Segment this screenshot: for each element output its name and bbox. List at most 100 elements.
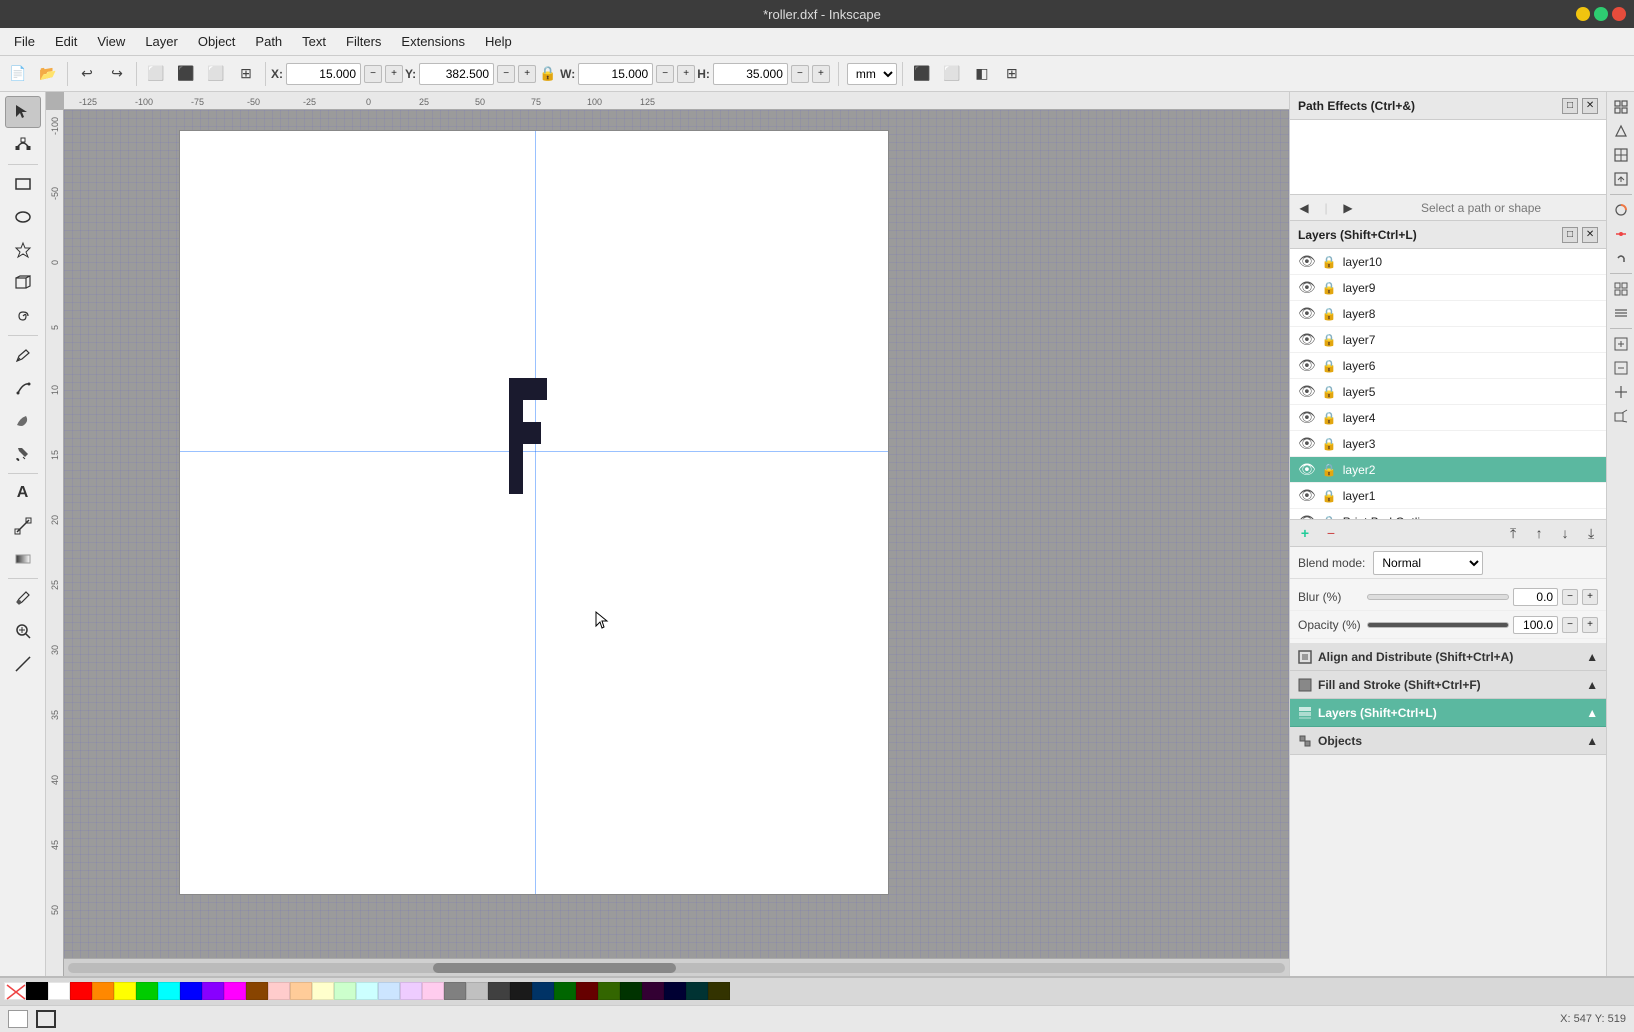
menu-file[interactable]: File [4, 30, 45, 53]
export-icon-btn[interactable] [1610, 168, 1632, 190]
maximize-button[interactable] [1594, 7, 1608, 21]
layer-item-layer3[interactable]: 👁 🔒 layer3 [1290, 431, 1606, 457]
menu-text[interactable]: Text [292, 30, 336, 53]
layer-move-up-btn[interactable]: ↑ [1528, 522, 1550, 544]
transform-icon-btn[interactable] [1610, 120, 1632, 142]
undo-button[interactable]: ↩ [73, 60, 101, 88]
canvas-area[interactable]: -125 -100 -75 -50 -25 0 25 50 75 100 125… [46, 92, 1289, 976]
gradient-tool-btn[interactable] [5, 543, 41, 575]
menu-layer[interactable]: Layer [135, 30, 188, 53]
align-section-header[interactable]: Align and Distribute (Shift+Ctrl+A) ▲ [1290, 643, 1606, 671]
h-plus-btn[interactable]: + [812, 65, 830, 83]
dark-olive-swatch[interactable] [708, 982, 730, 1000]
pink-swatch[interactable] [422, 982, 444, 1000]
remove-layer-btn[interactable]: − [1320, 522, 1342, 544]
y-minus-btn[interactable]: − [497, 65, 515, 83]
near-black-swatch[interactable] [510, 982, 532, 1000]
zoom-tool-btn[interactable] [5, 615, 41, 647]
w-minus-btn[interactable]: − [656, 65, 674, 83]
scrollbar-track[interactable] [68, 963, 1285, 973]
h-input[interactable] [713, 63, 788, 85]
minimize-button[interactable] [1576, 7, 1590, 21]
spiral-tool-btn[interactable] [5, 300, 41, 332]
text-tool-btn[interactable]: A [5, 477, 41, 509]
blur-plus-btn[interactable]: + [1582, 589, 1598, 605]
pen-tool-btn[interactable] [5, 372, 41, 404]
forest-green-swatch[interactable] [554, 982, 576, 1000]
no-fill-swatch[interactable] [4, 982, 26, 1000]
fill-section-header[interactable]: Fill and Stroke (Shift+Ctrl+F) ▲ [1290, 671, 1606, 699]
measure-tool-btn[interactable] [5, 648, 41, 680]
connector-tool-btn[interactable] [5, 510, 41, 542]
lines-icon-btn[interactable] [1610, 302, 1632, 324]
yellow-swatch[interactable] [114, 982, 136, 1000]
x-plus-btn[interactable]: + [385, 65, 403, 83]
light-cyan-swatch[interactable] [356, 982, 378, 1000]
blur-minus-btn[interactable]: − [1562, 589, 1578, 605]
pencil-tool-btn[interactable] [5, 339, 41, 371]
layer-move-bottom-btn[interactable]: ⤓ [1580, 522, 1602, 544]
open-button[interactable]: 📂 [34, 60, 62, 88]
layer-item-layer7[interactable]: 👁 🔒 layer7 [1290, 327, 1606, 353]
menu-extensions[interactable]: Extensions [391, 30, 475, 53]
align-right-button[interactable]: ⬜ [202, 60, 230, 88]
menu-edit[interactable]: Edit [45, 30, 87, 53]
light-blue-swatch[interactable] [378, 982, 400, 1000]
layer-item-layer4[interactable]: 👁 🔒 layer4 [1290, 405, 1606, 431]
arrow-icon-btn[interactable] [1610, 247, 1632, 269]
canvas-content[interactable] [64, 110, 1289, 958]
light-green-swatch[interactable] [334, 982, 356, 1000]
orange-swatch[interactable] [92, 982, 114, 1000]
menu-view[interactable]: View [87, 30, 135, 53]
selection-zoom-btn[interactable] [1610, 405, 1632, 427]
menu-filters[interactable]: Filters [336, 30, 391, 53]
close-button[interactable] [1612, 7, 1626, 21]
gray-swatch[interactable] [444, 982, 466, 1000]
layer-item-layer6[interactable]: 👁 🔒 layer6 [1290, 353, 1606, 379]
x-minus-btn[interactable]: − [364, 65, 382, 83]
peach-swatch[interactable] [290, 982, 312, 1000]
pe-nav-prev[interactable]: ◀ [1294, 198, 1314, 218]
path-effects-close-btn[interactable]: ✕ [1582, 98, 1598, 114]
zoom-fit-btn[interactable] [1610, 333, 1632, 355]
blend-mode-select[interactable]: Normal Multiply Screen Overlay Darken Li… [1373, 551, 1483, 575]
teal-dark-swatch[interactable] [686, 982, 708, 1000]
path-effects-restore-btn[interactable]: □ [1562, 98, 1578, 114]
color-icon-btn[interactable] [1610, 199, 1632, 221]
layer-move-top-btn[interactable]: ⤒ [1502, 522, 1524, 544]
cyan-swatch[interactable] [158, 982, 180, 1000]
blur-slider[interactable] [1367, 594, 1509, 600]
zoom-out-btn[interactable] [1610, 357, 1632, 379]
align-center-button[interactable]: ⬛ [172, 60, 200, 88]
w-input[interactable] [578, 63, 653, 85]
green-swatch[interactable] [136, 982, 158, 1000]
brown-swatch[interactable] [246, 982, 268, 1000]
blue-swatch[interactable] [180, 982, 202, 1000]
zoom-plus-btn[interactable] [1610, 381, 1632, 403]
menu-path[interactable]: Path [245, 30, 292, 53]
opacity-plus-btn[interactable]: + [1582, 617, 1598, 633]
stroke-color-indicator[interactable] [36, 1010, 56, 1028]
opacity-slider[interactable] [1367, 622, 1509, 628]
pe-nav-next[interactable]: ▶ [1338, 198, 1358, 218]
layers-section-header[interactable]: Layers (Shift+Ctrl+L) ▲ [1290, 699, 1606, 727]
light-pink-swatch[interactable] [268, 982, 290, 1000]
layer-item-layer5[interactable]: 👁 🔒 layer5 [1290, 379, 1606, 405]
w-plus-btn[interactable]: + [677, 65, 695, 83]
dark-gray-swatch[interactable] [488, 982, 510, 1000]
navy-swatch[interactable] [532, 982, 554, 1000]
layer-item-layer8[interactable]: 👁 🔒 layer8 [1290, 301, 1606, 327]
distribute-button[interactable]: ⊞ [232, 60, 260, 88]
objects-section-header[interactable]: Objects ▲ [1290, 727, 1606, 755]
layer-item-layer1[interactable]: 👁 🔒 layer1 [1290, 483, 1606, 509]
unit-select[interactable]: mmpxcmin [847, 63, 897, 85]
snap2-icon-btn[interactable] [1610, 223, 1632, 245]
scrollbar-thumb[interactable] [433, 963, 676, 973]
y-plus-btn[interactable]: + [518, 65, 536, 83]
layers-close-btn[interactable]: ✕ [1582, 227, 1598, 243]
layer-item-layer10[interactable]: 👁 🔒 layer10 [1290, 249, 1606, 275]
align-left-button[interactable]: ⬜ [142, 60, 170, 88]
white-swatch[interactable] [48, 982, 70, 1000]
transform-btn-3[interactable]: ◧ [968, 60, 996, 88]
add-layer-btn[interactable]: + [1294, 522, 1316, 544]
